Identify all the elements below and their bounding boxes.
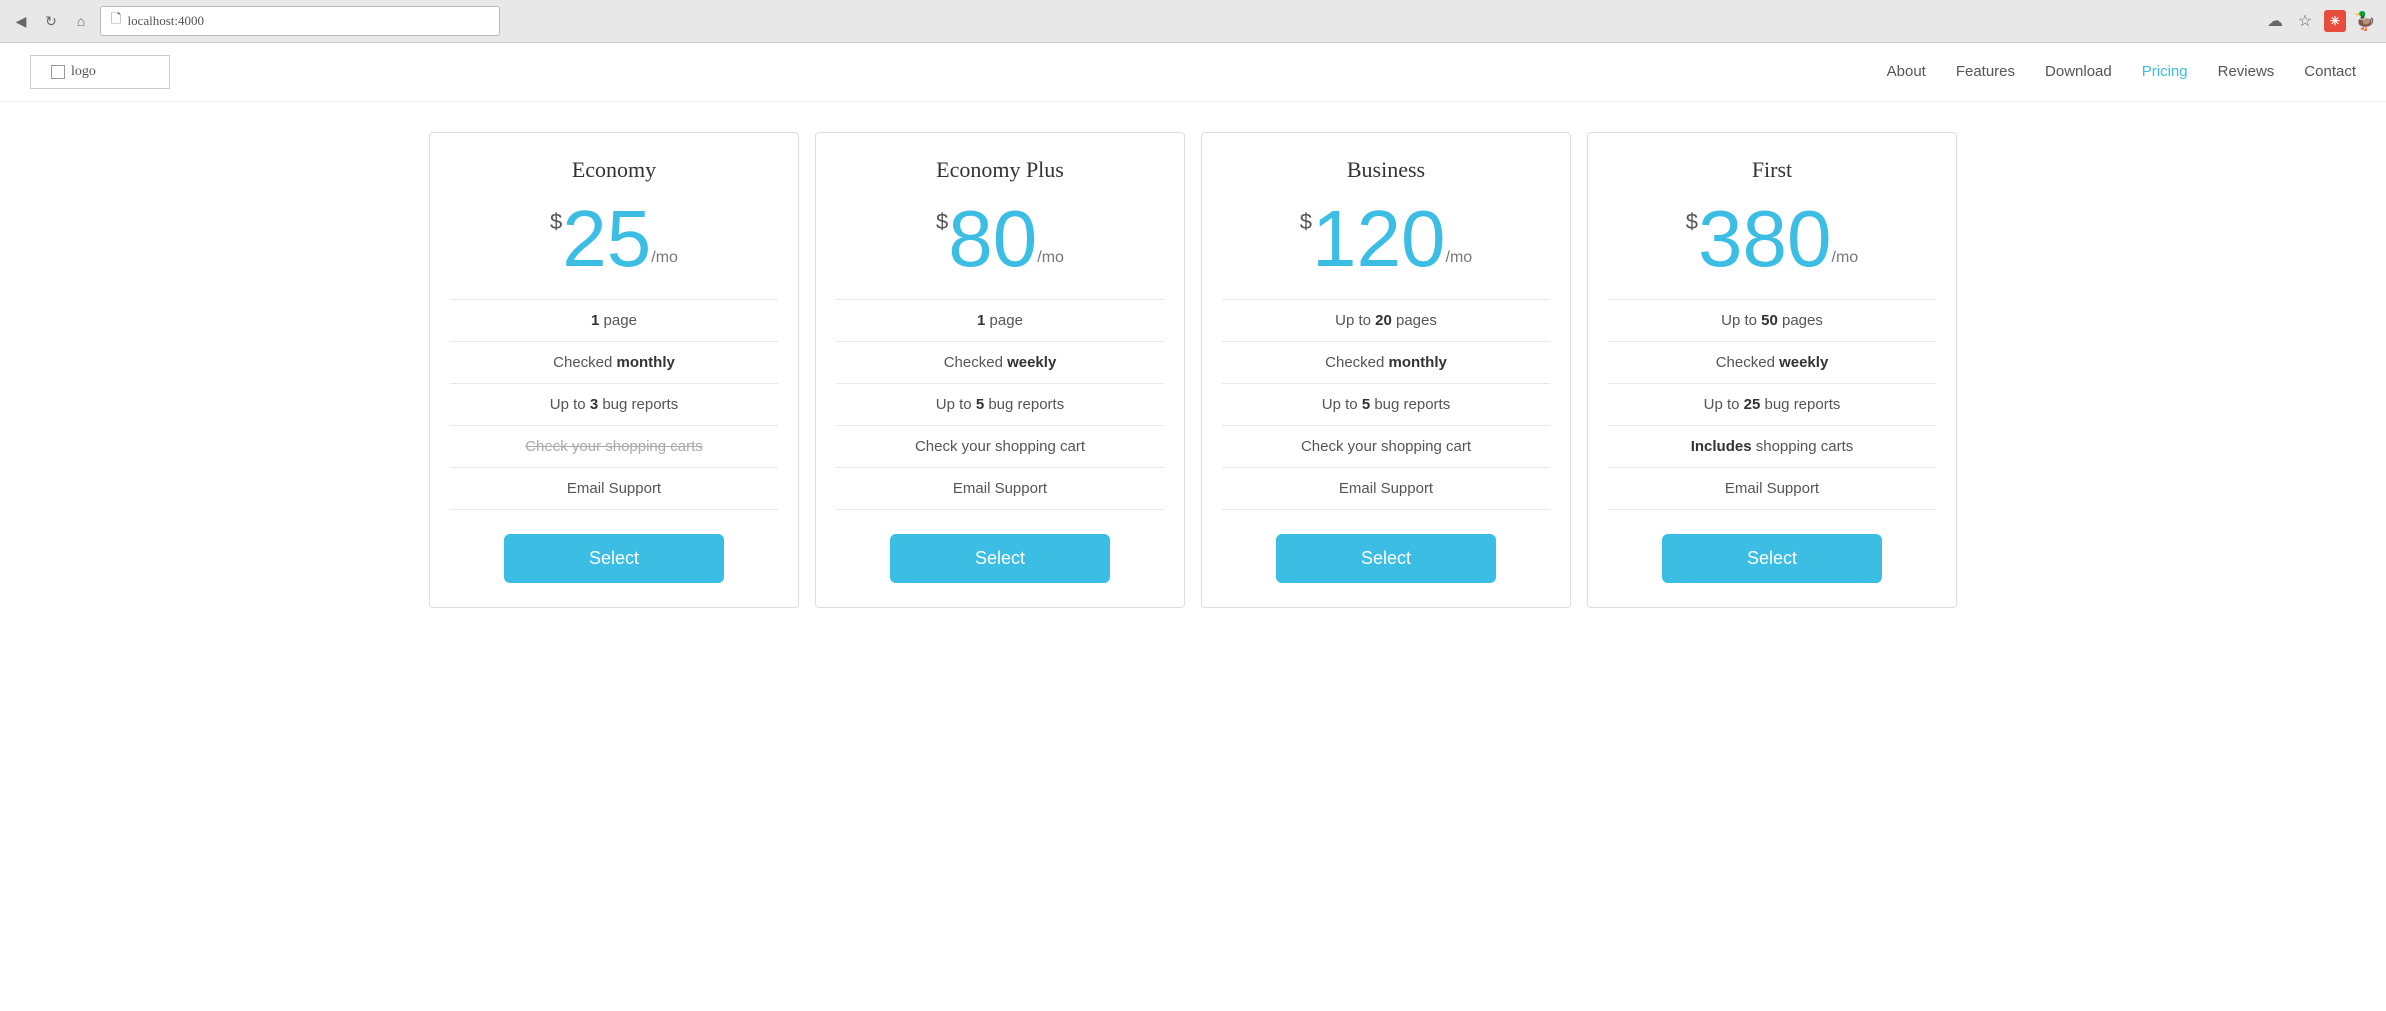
star-icon[interactable]: ☆	[2294, 10, 2316, 32]
nav-links: About Features Download Pricing Reviews …	[1887, 63, 2356, 81]
select-button[interactable]: Select	[504, 534, 724, 583]
nav-link-contact[interactable]: Contact	[2304, 63, 2356, 80]
features-list: Up to 50 pagesChecked weeklyUp to 25 bug…	[1608, 299, 1936, 510]
feature-item: Checked monthly	[1222, 342, 1550, 384]
extension-icon[interactable]: ✳	[2324, 10, 2346, 32]
price-amount: 25	[562, 199, 651, 279]
price-amount: 80	[948, 199, 1037, 279]
feature-item: Up to 50 pages	[1608, 299, 1936, 342]
feature-item: Check your shopping cart	[836, 426, 1164, 468]
price-dollar: $	[1686, 209, 1698, 235]
feature-item: 1 page	[450, 299, 778, 342]
price-dollar: $	[550, 209, 562, 235]
feature-item: Includes shopping carts	[1608, 426, 1936, 468]
plan-name: First	[1752, 157, 1792, 183]
cloud-icon[interactable]: ☁	[2264, 10, 2286, 32]
feature-item: Up to 5 bug reports	[1222, 384, 1550, 426]
feature-item: Email Support	[1608, 468, 1936, 510]
pricing-section: Economy$25/mo1 pageChecked monthlyUp to …	[0, 102, 2386, 638]
nav-item-features[interactable]: Features	[1956, 63, 2015, 81]
feature-item: 1 page	[836, 299, 1164, 342]
feature-item: Checked weekly	[1608, 342, 1936, 384]
browser-icons-right: ☁ ☆ ✳ 🦆	[2264, 10, 2376, 32]
feature-item: Up to 25 bug reports	[1608, 384, 1936, 426]
pricing-card-business: Business $120/mo Up to 20 pagesChecked mon…	[1201, 132, 1571, 608]
feature-item: Check your shopping carts	[450, 426, 778, 468]
nav-item-contact[interactable]: Contact	[2304, 63, 2356, 81]
price-per: /mo	[1037, 249, 1064, 267]
features-list: 1 pageChecked weeklyUp to 5 bug reportsC…	[836, 299, 1164, 510]
nav-link-reviews[interactable]: Reviews	[2218, 63, 2275, 80]
price-dollar: $	[1300, 209, 1312, 235]
navbar: logo About Features Download Pricing Rev…	[0, 43, 2386, 102]
address-bar[interactable]: 🗋 localhost:4000	[100, 6, 500, 36]
pricing-card-economy-plus: Economy Plus $80/mo 1 pageChecked weeklyUp…	[815, 132, 1185, 608]
site: logo About Features Download Pricing Rev…	[0, 43, 2386, 1011]
refresh-button[interactable]: ↻	[40, 10, 62, 32]
feature-item: Email Support	[836, 468, 1164, 510]
plan-name: Economy Plus	[936, 157, 1064, 183]
nav-item-reviews[interactable]: Reviews	[2218, 63, 2275, 81]
price-block: $80/mo	[936, 199, 1064, 279]
price-dollar: $	[936, 209, 948, 235]
price-per: /mo	[1832, 249, 1859, 267]
nav-link-pricing[interactable]: Pricing	[2142, 63, 2188, 80]
back-button[interactable]: ◀	[10, 10, 32, 32]
nav-link-about[interactable]: About	[1887, 63, 1926, 80]
plan-name: Business	[1347, 157, 1425, 183]
pricing-card-economy: Economy $25/mo 1 pageChecked monthlyUp to …	[429, 132, 799, 608]
feature-item: Check your shopping cart	[1222, 426, 1550, 468]
url-text: localhost:4000	[127, 13, 204, 29]
features-list: Up to 20 pagesChecked monthlyUp to 5 bug…	[1222, 299, 1550, 510]
price-per: /mo	[1446, 249, 1473, 267]
features-list: 1 pageChecked monthlyUp to 3 bug reports…	[450, 299, 778, 510]
select-button[interactable]: Select	[1662, 534, 1882, 583]
nav-link-features[interactable]: Features	[1956, 63, 2015, 80]
feature-item: Up to 3 bug reports	[450, 384, 778, 426]
nav-item-download[interactable]: Download	[2045, 63, 2112, 81]
price-block: $120/mo	[1300, 199, 1472, 279]
price-block: $380/mo	[1686, 199, 1858, 279]
nav-item-pricing[interactable]: Pricing	[2142, 63, 2188, 81]
feature-item: Up to 20 pages	[1222, 299, 1550, 342]
logo[interactable]: logo	[30, 55, 170, 89]
select-button[interactable]: Select	[890, 534, 1110, 583]
home-button[interactable]: ⌂	[70, 10, 92, 32]
feature-item: Checked weekly	[836, 342, 1164, 384]
logo-icon	[51, 65, 65, 79]
page-icon: 🗋	[111, 10, 121, 32]
feature-item: Checked monthly	[450, 342, 778, 384]
nav-item-about[interactable]: About	[1887, 63, 1926, 81]
plan-name: Economy	[572, 157, 656, 183]
nav-link-download[interactable]: Download	[2045, 63, 2112, 80]
price-amount: 120	[1312, 199, 1445, 279]
pricing-card-first: First $380/mo Up to 50 pagesChecked weekly…	[1587, 132, 1957, 608]
browser-chrome: ◀ ↻ ⌂ 🗋 localhost:4000 ☁ ☆ ✳ 🦆	[0, 0, 2386, 43]
price-block: $25/mo	[550, 199, 678, 279]
feature-item: Email Support	[1222, 468, 1550, 510]
select-button[interactable]: Select	[1276, 534, 1496, 583]
price-per: /mo	[651, 249, 678, 267]
price-amount: 380	[1698, 199, 1831, 279]
feature-item: Email Support	[450, 468, 778, 510]
logo-text: logo	[71, 64, 96, 80]
feature-item: Up to 5 bug reports	[836, 384, 1164, 426]
duck-icon[interactable]: 🦆	[2354, 10, 2376, 32]
